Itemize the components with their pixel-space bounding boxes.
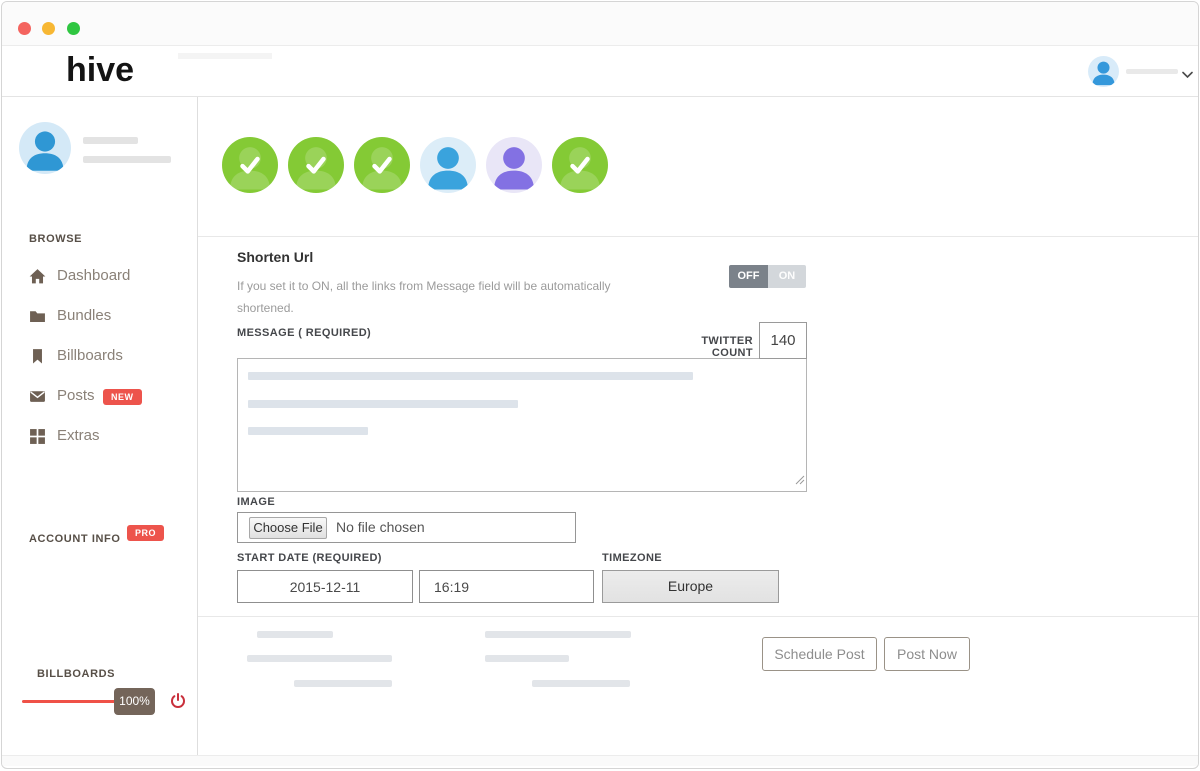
placeholder-line [247,655,392,662]
home-icon [29,268,46,285]
twitter-count-value: 140 [759,322,807,359]
pro-badge: PRO [127,525,164,541]
placeholder-line [248,427,368,435]
sidebar-item-label: Bundles [57,307,111,324]
sidebar-item-label: Posts [57,387,95,404]
check-icon [301,150,331,185]
sidebar-item-label: Billboards [57,347,123,364]
start-date-input[interactable] [237,570,413,603]
sidebar: BROWSE Dashboard Bundles Billboards [2,97,198,755]
sidebar-item-billboards[interactable]: Billboards [2,343,198,371]
sidebar-item-posts[interactable]: Posts NEW [2,383,198,411]
close-window-button[interactable] [18,22,31,35]
shorten-url-description-line1: If you set it to ON, all the links from … [237,275,610,297]
network-status-check[interactable] [222,137,278,193]
shorten-url-title: Shorten Url [237,249,313,265]
timezone-select-button[interactable]: Europe [602,570,779,603]
placeholder-line [1126,69,1178,74]
placeholder-line [248,372,693,380]
bookmark-icon [29,348,46,365]
network-status-user-purple[interactable] [486,137,542,193]
titlebar [2,2,1198,46]
chevron-down-icon[interactable] [1182,66,1193,84]
network-status-check[interactable] [354,137,410,193]
toggle-off-option[interactable]: OFF [729,265,768,288]
sidebar-item-bundles[interactable]: Bundles [2,303,198,331]
placeholder-line [294,680,392,687]
browse-section-label: BROWSE [29,233,82,245]
minimize-window-button[interactable] [42,22,55,35]
billboards-usage-label: BILLBOARDS [37,668,115,680]
shorten-url-description-line2: shortened. [237,297,610,319]
toggle-on-option[interactable]: ON [768,265,806,288]
choose-file-button[interactable]: Choose File [249,517,327,539]
check-icon [565,150,595,185]
user-avatar[interactable] [1088,56,1119,87]
start-time-input[interactable] [419,570,594,603]
post-now-button[interactable]: Post Now [884,637,970,671]
resize-handle[interactable] [795,472,805,490]
shorten-url-description: If you set it to ON, all the links from … [237,275,610,319]
check-icon [367,150,397,185]
envelope-icon [29,388,46,405]
sidebar-item-extras[interactable]: Extras [2,423,198,451]
zoom-window-button[interactable] [67,22,80,35]
start-date-label: START DATE (REQUIRED) [237,552,382,564]
main-content: Shorten Url If you set it to ON, all the… [198,97,1198,755]
network-status-user-blue[interactable] [420,137,476,193]
post-form-section: Shorten Url If you set it to ON, all the… [198,237,1198,617]
placeholder-line [485,655,569,662]
hive-logo: hive [66,51,134,90]
folder-icon [29,308,46,325]
network-status-check[interactable] [552,137,608,193]
timezone-label: TIMEZONE [602,552,662,564]
sidebar-item-label: Extras [57,427,100,444]
app-header: hive [2,46,1198,97]
message-textarea[interactable] [237,358,807,492]
new-badge: NEW [103,389,142,405]
app-window: hive BROWSE Dashboard [1,1,1199,769]
placeholder-line [178,53,272,59]
shorten-url-toggle[interactable]: OFF ON [729,265,806,288]
grid-icon [29,428,46,445]
network-status-row [198,97,1198,237]
summary-section: Schedule Post Post Now [198,617,1198,755]
check-icon [235,150,265,185]
image-field-label: IMAGE [237,496,275,508]
placeholder-line [83,156,171,163]
sidebar-user-avatar[interactable] [19,122,71,174]
schedule-post-button[interactable]: Schedule Post [762,637,877,671]
placeholder-line [83,137,138,144]
placeholder-line [485,631,631,638]
placeholder-line [532,680,630,687]
sidebar-item-label: Dashboard [57,267,130,284]
message-field-label: MESSAGE ( REQUIRED) [237,327,371,339]
file-chosen-status: No file chosen [336,513,425,542]
image-file-input[interactable]: Choose File No file chosen [237,512,576,543]
account-info-row: ACCOUNT INFO PRO [29,529,121,547]
account-info-label: ACCOUNT INFO [29,533,121,545]
sidebar-item-dashboard[interactable]: Dashboard [2,263,198,291]
twitter-count-label: TWITTER COUNT [661,335,753,359]
billboards-progress-bar [22,700,117,703]
network-status-check[interactable] [288,137,344,193]
placeholder-line [257,631,333,638]
placeholder-line [248,400,518,408]
billboards-progress-value: 100% [114,688,155,715]
window-footer [2,755,1198,766]
power-icon[interactable] [169,692,187,710]
